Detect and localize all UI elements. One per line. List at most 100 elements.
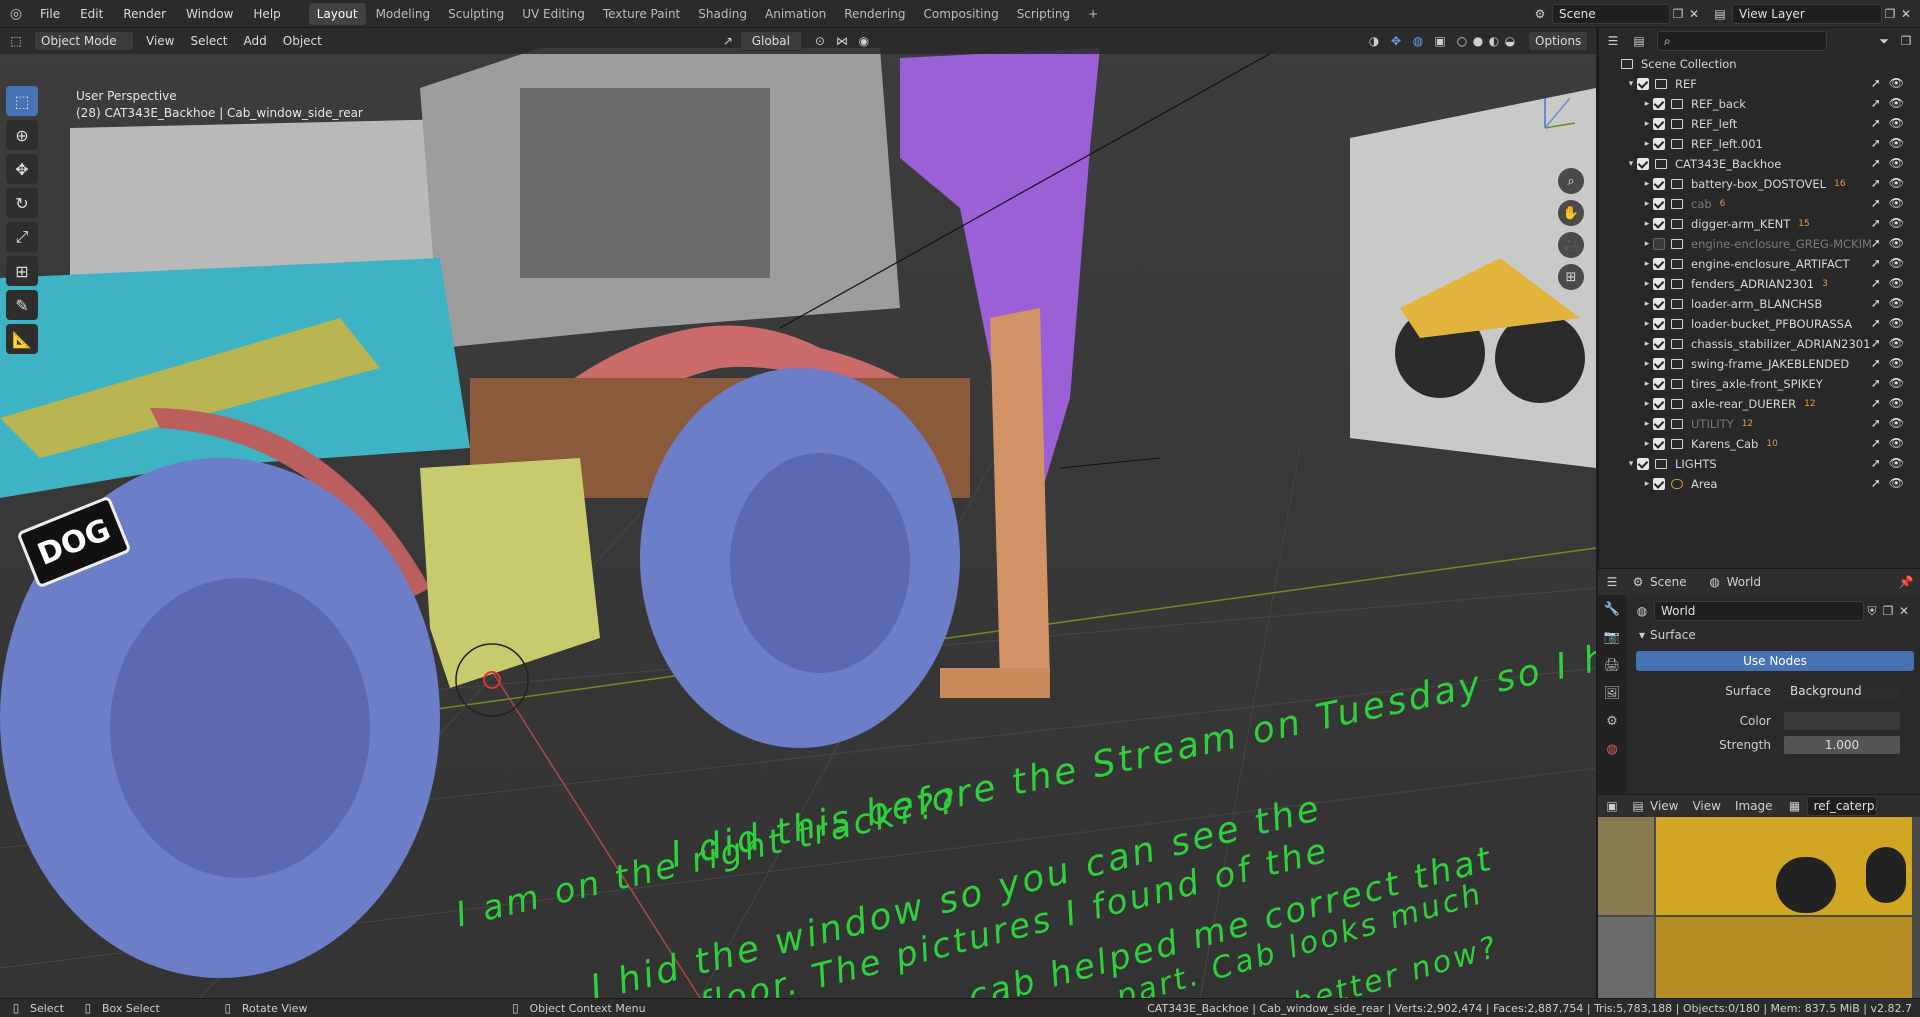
tab-texture-paint[interactable]: Texture Paint	[595, 3, 688, 25]
exclude-checkbox[interactable]	[1653, 338, 1665, 350]
tab-animation[interactable]: Animation	[757, 3, 834, 25]
scale-tool[interactable]: ⤢	[6, 222, 38, 252]
viewport-menu-object[interactable]: Object	[275, 31, 330, 51]
transform-tool[interactable]: ⊞	[6, 256, 38, 286]
select-visibility-icons[interactable]: ➚👁	[1871, 456, 1912, 470]
select-visibility-icons[interactable]: ➚👁	[1871, 96, 1912, 110]
exclude-checkbox[interactable]	[1653, 398, 1665, 410]
exclude-checkbox[interactable]	[1653, 138, 1665, 150]
scene-icon[interactable]: ⚙	[1532, 6, 1548, 22]
select-visibility-icons[interactable]: ➚👁	[1871, 256, 1912, 270]
exclude-checkbox[interactable]	[1653, 198, 1665, 210]
outliner-row[interactable]: ▸ UTILITY 12 ➚👁	[1599, 414, 1920, 434]
image-menu-image[interactable]: Image	[1735, 799, 1773, 813]
outliner-row[interactable]: ▸ REF_back ➚👁	[1599, 94, 1920, 114]
scene-name-field[interactable]: Scene	[1552, 3, 1670, 24]
expand-arrow-icon[interactable]: ▾	[1625, 76, 1637, 92]
select-visibility-icons[interactable]: ➚👁	[1871, 356, 1912, 370]
unlink-world-icon[interactable]: ✕	[1896, 603, 1912, 619]
3d-viewport[interactable]: DOG I did this before the Stream on Tues…	[0, 28, 1596, 998]
menu-file[interactable]: File	[30, 0, 70, 28]
pin-icon[interactable]: 📌	[1898, 574, 1914, 590]
pivot-icon[interactable]: ⊙	[812, 33, 828, 49]
viewport-menu-add[interactable]: Add	[236, 31, 275, 51]
exclude-checkbox[interactable]	[1653, 238, 1665, 250]
exclude-checkbox[interactable]	[1637, 458, 1649, 470]
xray-icon[interactable]: ▣	[1432, 33, 1448, 49]
view-layer-properties-icon[interactable]: 🖼	[1598, 679, 1626, 707]
render-properties-icon[interactable]: 📷	[1598, 623, 1626, 651]
expand-arrow-icon[interactable]: ▸	[1641, 276, 1653, 292]
tab-layout[interactable]: Layout	[308, 2, 366, 25]
exclude-checkbox[interactable]	[1653, 418, 1665, 430]
exclude-checkbox[interactable]	[1653, 98, 1665, 110]
world-name-field[interactable]: World	[1654, 601, 1864, 621]
select-visibility-icons[interactable]: ➚👁	[1871, 476, 1912, 490]
exclude-checkbox[interactable]	[1653, 358, 1665, 370]
world-properties-icon[interactable]: ◍	[1598, 735, 1626, 763]
menu-help[interactable]: Help	[243, 0, 290, 28]
exclude-checkbox[interactable]	[1653, 478, 1665, 490]
outliner-search-input[interactable]: ⌕	[1657, 31, 1827, 51]
image-menu-view-2[interactable]: View	[1692, 799, 1720, 813]
select-visibility-icons[interactable]: ➚👁	[1871, 276, 1912, 290]
menu-edit[interactable]: Edit	[70, 0, 113, 28]
expand-arrow-icon[interactable]: ▸	[1641, 356, 1653, 372]
outliner-row[interactable]: ▸ REF_left.001 ➚👁	[1599, 134, 1920, 154]
select-visibility-icons[interactable]: ➚👁	[1871, 336, 1912, 350]
orientation-dropdown[interactable]: Global	[739, 31, 802, 51]
expand-arrow-icon[interactable]: ▸	[1641, 436, 1653, 452]
close-scene-icon[interactable]: ✕	[1686, 6, 1702, 22]
add-workspace-button[interactable]: +	[1080, 3, 1106, 25]
expand-arrow-icon[interactable]: ▸	[1641, 316, 1653, 332]
outliner-editor-icon[interactable]: ☰	[1605, 33, 1621, 49]
image-editor-mode-icon[interactable]: ▤	[1630, 798, 1646, 814]
select-visibility-icons[interactable]: ➚👁	[1871, 316, 1912, 330]
select-visibility-icons[interactable]: ➚👁	[1871, 136, 1912, 150]
shading-material-icon[interactable]: ◐	[1486, 33, 1502, 49]
outliner-row[interactable]: ▸ Area ➚👁	[1599, 474, 1920, 494]
surface-panel-header[interactable]: ▾ Surface	[1634, 627, 1696, 643]
expand-arrow-icon[interactable]: ▾	[1625, 156, 1637, 172]
exclude-checkbox[interactable]	[1653, 278, 1665, 290]
copy-scene-icon[interactable]: ❐	[1670, 6, 1686, 22]
object-mode-dropdown[interactable]: Object Mode	[34, 31, 134, 51]
exclude-checkbox[interactable]	[1653, 218, 1665, 230]
select-visibility-icons[interactable]: ➚👁	[1871, 376, 1912, 390]
proportional-edit-icon[interactable]: ◉	[856, 33, 872, 49]
copy-view-layer-icon[interactable]: ❐	[1882, 6, 1898, 22]
select-visibility-icons[interactable]: ➚👁	[1871, 296, 1912, 310]
select-visibility-icons[interactable]: ➚👁	[1871, 156, 1912, 170]
rotate-tool[interactable]: ↻	[6, 188, 38, 218]
scene-properties-icon[interactable]: ⚙	[1598, 707, 1626, 735]
tab-shading[interactable]: Shading	[690, 3, 755, 25]
surface-dropdown[interactable]: Background	[1783, 681, 1901, 701]
expand-arrow-icon[interactable]: ▸	[1641, 256, 1653, 272]
snap-icon[interactable]: ⋈	[834, 33, 850, 49]
outliner-row[interactable]: ▸ cab 6 ➚👁	[1599, 194, 1920, 214]
expand-arrow-icon[interactable]: ▾	[1625, 456, 1637, 472]
exclude-checkbox[interactable]	[1653, 378, 1665, 390]
image-menu-view-1[interactable]: View	[1650, 799, 1678, 813]
options-dropdown[interactable]: Options	[1528, 31, 1588, 51]
select-visibility-icons[interactable]: ➚👁	[1871, 116, 1912, 130]
exclude-checkbox[interactable]	[1653, 258, 1665, 270]
outliner-row[interactable]: ▸ Karens_Cab 10 ➚👁	[1599, 434, 1920, 454]
expand-arrow-icon[interactable]: ▸	[1641, 396, 1653, 412]
expand-arrow-icon[interactable]: ▸	[1641, 196, 1653, 212]
cursor-tool[interactable]: ⊕	[6, 120, 38, 150]
outliner-row[interactable]: ▾ CAT343E_Backhoe ➚👁	[1599, 154, 1920, 174]
exclude-checkbox[interactable]	[1653, 298, 1665, 310]
tab-uv-editing[interactable]: UV Editing	[514, 3, 593, 25]
measure-tool[interactable]: 📐	[6, 324, 38, 354]
expand-arrow-icon[interactable]: ▸	[1641, 216, 1653, 232]
outliner-row[interactable]: ▸ fenders_ADRIAN2301 3 ➚👁	[1599, 274, 1920, 294]
gizmo-icon[interactable]: ✥	[1388, 33, 1404, 49]
tab-sculpting[interactable]: Sculpting	[440, 3, 512, 25]
menu-render[interactable]: Render	[113, 0, 176, 28]
zoom-icon[interactable]: ⌕	[1558, 168, 1584, 194]
world-datablock-icon[interactable]: ◍	[1634, 603, 1650, 619]
outliner-row[interactable]: ▸ chassis_stabilizer_ADRIAN2301 ➚👁	[1599, 334, 1920, 354]
exclude-checkbox[interactable]	[1653, 318, 1665, 330]
shading-solid-icon[interactable]: ●	[1470, 33, 1486, 49]
